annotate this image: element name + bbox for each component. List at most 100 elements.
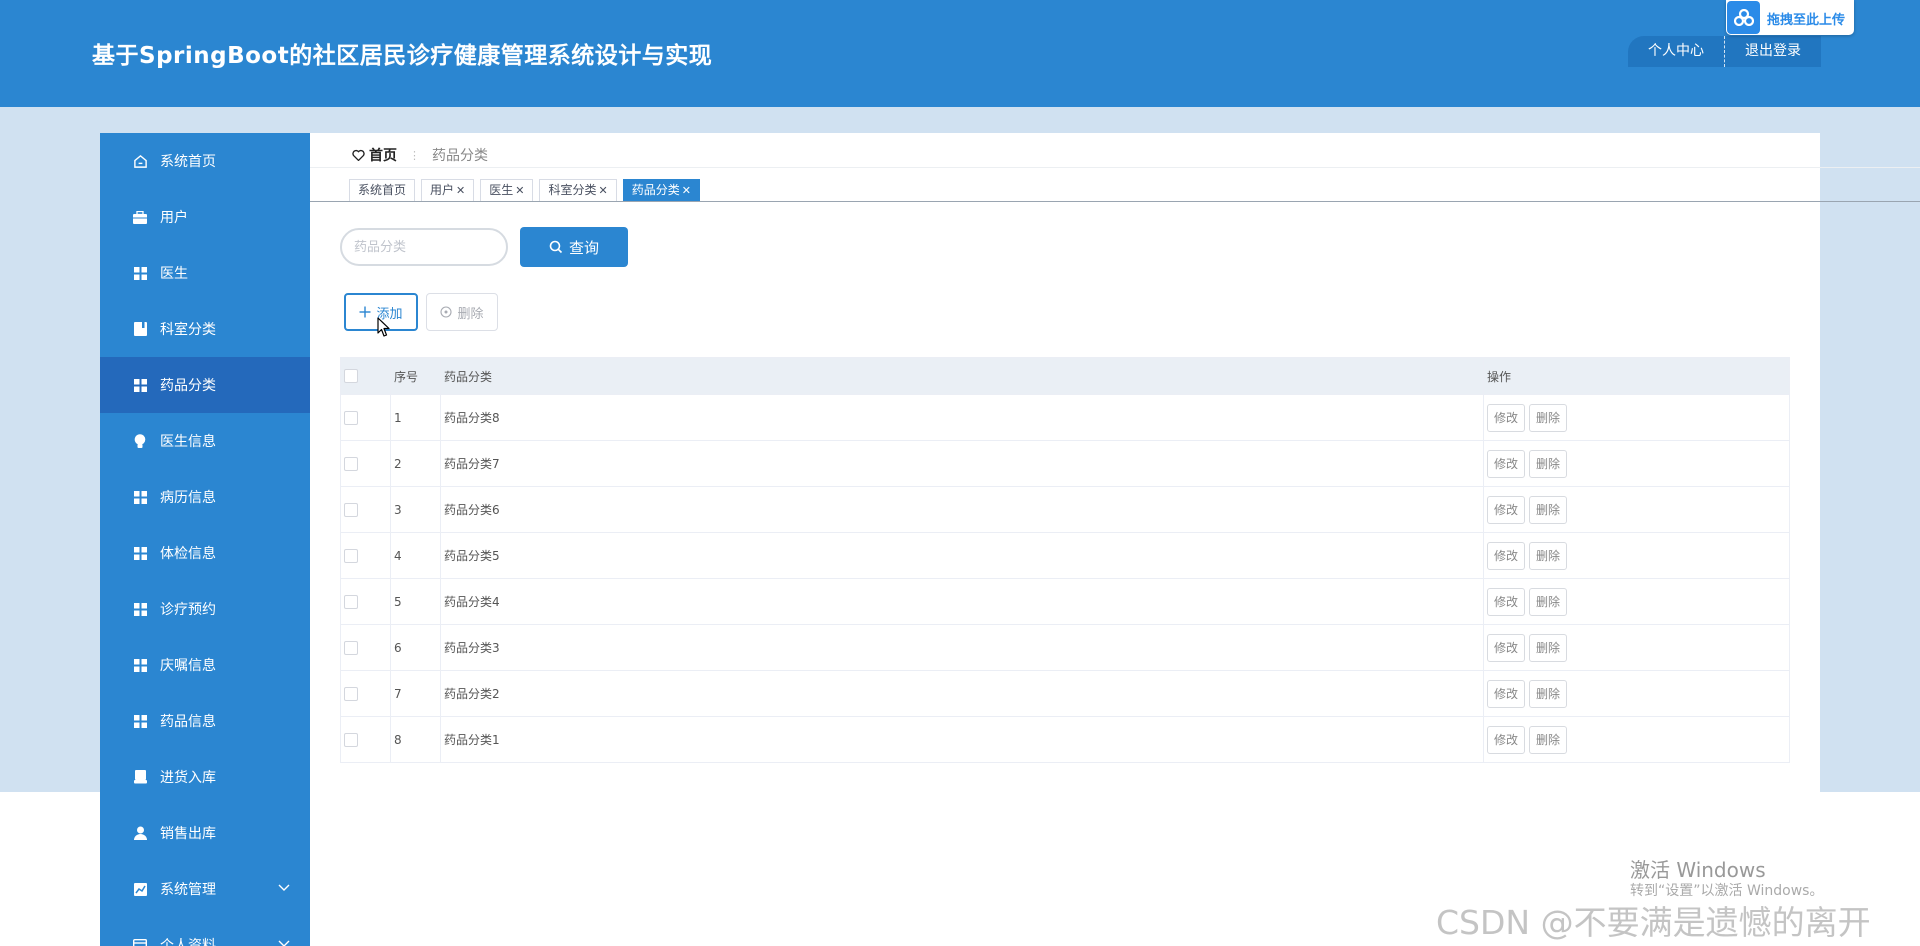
row-checkbox[interactable] <box>344 502 358 517</box>
category-cell: 药品分类7 <box>440 440 1484 487</box>
sidebar-item-label: 医生 <box>160 266 188 282</box>
delete-label: 删除 <box>457 306 484 322</box>
row-checkbox[interactable] <box>344 686 358 701</box>
sidebar-item[interactable]: 药品信息 <box>100 693 310 749</box>
sidebar-item[interactable]: 个人资料 <box>100 917 310 946</box>
delete-button[interactable]: 删除 <box>1529 679 1567 708</box>
breadcrumb-separator: ⋮ <box>409 148 420 162</box>
table-header-row: 序号 药品分类 操作 <box>340 357 1790 395</box>
tab[interactable]: 科室分类 ✕ <box>539 179 617 202</box>
sidebar-item[interactable]: 庆嘱信息 <box>100 637 310 693</box>
category-cell: 药品分类2 <box>440 670 1484 717</box>
edit-button[interactable]: 修改 <box>1487 633 1525 662</box>
query-button[interactable]: 查询 <box>520 227 628 267</box>
sidebar-item[interactable]: 进货入库 <box>100 749 310 805</box>
edit-button[interactable]: 修改 <box>1487 449 1525 478</box>
close-icon[interactable]: ✕ <box>515 184 524 197</box>
select-all-checkbox[interactable] <box>344 369 358 384</box>
tab[interactable]: 系统首页 <box>349 179 416 202</box>
book-icon <box>132 321 148 337</box>
sidebar-item-label: 用户 <box>160 210 188 226</box>
tab-label: 用户 <box>430 183 455 197</box>
row-checkbox[interactable] <box>344 456 358 471</box>
sidebar-item[interactable]: 系统管理 <box>100 861 310 917</box>
index-cell: 1 <box>390 394 441 441</box>
user-icon <box>132 825 148 841</box>
row-checkbox[interactable] <box>344 732 358 747</box>
sidebar-item-label: 体检信息 <box>160 546 216 562</box>
tab[interactable]: 用户 ✕ <box>421 179 475 202</box>
close-icon[interactable]: ✕ <box>682 184 691 197</box>
delete-button[interactable]: 删除 <box>1529 587 1567 616</box>
row-checkbox[interactable] <box>344 410 358 425</box>
grid-icon <box>132 377 148 393</box>
chevron-down-icon <box>278 880 290 896</box>
delete-button[interactable]: 删除 <box>1529 633 1567 662</box>
windows-activation-title: 激活 Windows <box>1630 858 1766 882</box>
select-cell <box>340 440 391 487</box>
delete-button[interactable]: 删除 <box>1529 449 1567 478</box>
sidebar-item[interactable]: 销售出库 <box>100 805 310 861</box>
breadcrumb-home[interactable]: 首页 <box>352 145 397 165</box>
chevron-down-icon <box>278 884 290 891</box>
batch-delete-button[interactable]: 删除 <box>426 293 498 331</box>
sidebar-item-label: 个人资料 <box>160 938 216 946</box>
plus-icon <box>359 306 371 318</box>
table-row: 6 药品分类3 修改 删除 <box>340 624 1790 671</box>
sidebar-item[interactable]: 病历信息 <box>100 469 310 525</box>
edit-button[interactable]: 修改 <box>1487 541 1525 570</box>
user-center-link[interactable]: 个人中心 <box>1628 36 1724 67</box>
close-icon[interactable]: ✕ <box>456 184 465 197</box>
csdn-watermark: CSDN @不要满是遗憾的离开 <box>1436 903 1871 942</box>
sidebar-item[interactable]: 体检信息 <box>100 525 310 581</box>
column-header: 序号 <box>390 357 441 395</box>
sidebar-item[interactable]: 医生信息 <box>100 413 310 469</box>
table-row: 4 药品分类5 修改 删除 <box>340 532 1790 579</box>
select-cell <box>340 532 391 579</box>
edit-button[interactable]: 修改 <box>1487 725 1525 754</box>
baidu-upload-widget[interactable]: 拖拽至此上传 <box>1726 0 1854 35</box>
table-row: 7 药品分类2 修改 删除 <box>340 670 1790 717</box>
edit-button[interactable]: 修改 <box>1487 587 1525 616</box>
select-cell <box>340 394 391 441</box>
sidebar-item[interactable]: 系统首页 <box>100 133 310 189</box>
delete-button[interactable]: 删除 <box>1529 403 1567 432</box>
tab[interactable]: 药品分类 ✕ <box>622 179 700 202</box>
edit-button[interactable]: 修改 <box>1487 403 1525 432</box>
search-input[interactable] <box>340 228 508 266</box>
index-cell: 7 <box>390 670 441 717</box>
index-cell: 3 <box>390 486 441 533</box>
sidebar-item[interactable]: 医生 <box>100 245 310 301</box>
actions-cell: 修改 删除 <box>1483 486 1790 533</box>
index-cell: 6 <box>390 624 441 671</box>
sidebar-item-label: 药品信息 <box>160 714 216 730</box>
sidebar-item[interactable]: 科室分类 <box>100 301 310 357</box>
edit-button[interactable]: 修改 <box>1487 679 1525 708</box>
sidebar-item[interactable]: 用户 <box>100 189 310 245</box>
edit-button[interactable]: 修改 <box>1487 495 1525 524</box>
grid-icon <box>132 545 148 561</box>
logout-link[interactable]: 退出登录 <box>1725 36 1821 67</box>
table-row: 2 药品分类7 修改 删除 <box>340 440 1790 487</box>
search-icon <box>549 240 563 254</box>
select-all-cell <box>340 357 391 395</box>
row-checkbox[interactable] <box>344 640 358 655</box>
sidebar-item[interactable]: 药品分类 <box>100 357 310 413</box>
actions-cell: 修改 删除 <box>1483 716 1790 763</box>
category-cell: 药品分类8 <box>440 394 1484 441</box>
table-row: 3 药品分类6 修改 删除 <box>340 486 1790 533</box>
sidebar-item[interactable]: 诊疗预约 <box>100 581 310 637</box>
row-checkbox[interactable] <box>344 594 358 609</box>
grid-icon <box>132 489 148 505</box>
row-checkbox[interactable] <box>344 548 358 563</box>
tab[interactable]: 医生 ✕ <box>480 179 534 202</box>
heart-icon <box>352 149 365 161</box>
delete-button[interactable]: 删除 <box>1529 495 1567 524</box>
app-title: 基于SpringBoot的社区居民诊疗健康管理系统设计与实现 <box>92 43 713 69</box>
breadcrumb: 首页 ⋮ 药品分类 <box>352 141 488 169</box>
delete-button[interactable]: 删除 <box>1529 725 1567 754</box>
close-icon[interactable]: ✕ <box>599 184 608 197</box>
actions-cell: 修改 删除 <box>1483 394 1790 441</box>
delete-button[interactable]: 删除 <box>1529 541 1567 570</box>
select-cell <box>340 624 391 671</box>
